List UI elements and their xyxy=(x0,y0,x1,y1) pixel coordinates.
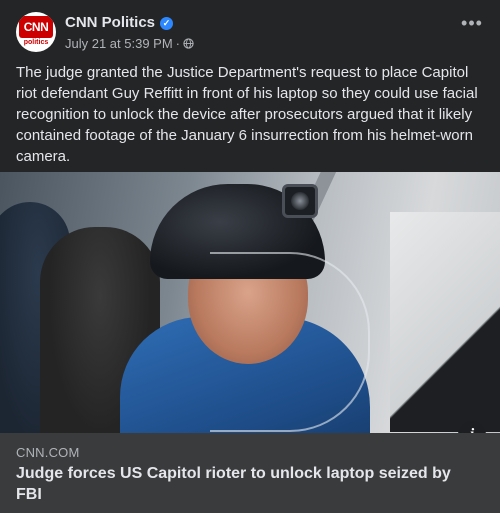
image-flag-shape xyxy=(390,212,500,432)
meta-separator: · xyxy=(175,36,181,51)
camera-lens xyxy=(291,192,309,210)
page-name-row: CNN Politics ✓ xyxy=(65,14,174,31)
post-caption: The judge granted the Justice Department… xyxy=(16,64,478,165)
cnn-logo: CNN xyxy=(19,16,53,38)
verified-badge-icon: ✓ xyxy=(160,17,174,30)
link-preview[interactable]: CNN.COM Judge forces US Capitol rioter t… xyxy=(0,433,500,513)
link-domain: CNN.COM xyxy=(16,445,80,460)
link-title[interactable]: Judge forces US Capitol rioter to unlock… xyxy=(16,463,476,505)
cnn-logo-subtext: politics xyxy=(23,39,49,46)
more-options-icon[interactable]: ••• xyxy=(460,14,484,36)
post-meta: July 21 at 5:39 PM · xyxy=(65,36,194,51)
globe-icon[interactable] xyxy=(183,38,194,49)
avatar[interactable]: CNN politics xyxy=(16,12,56,52)
post-image[interactable]: i xyxy=(0,172,500,433)
facebook-post: CNN politics CNN Politics ✓ July 21 at 5:… xyxy=(0,0,500,513)
post-header: CNN politics CNN Politics ✓ July 21 at 5:… xyxy=(16,12,484,54)
image-visor xyxy=(210,252,370,432)
page-name-link[interactable]: CNN Politics xyxy=(65,14,155,31)
post-timestamp[interactable]: July 21 at 5:39 PM xyxy=(65,36,173,51)
helmet-camera-icon xyxy=(282,184,318,218)
